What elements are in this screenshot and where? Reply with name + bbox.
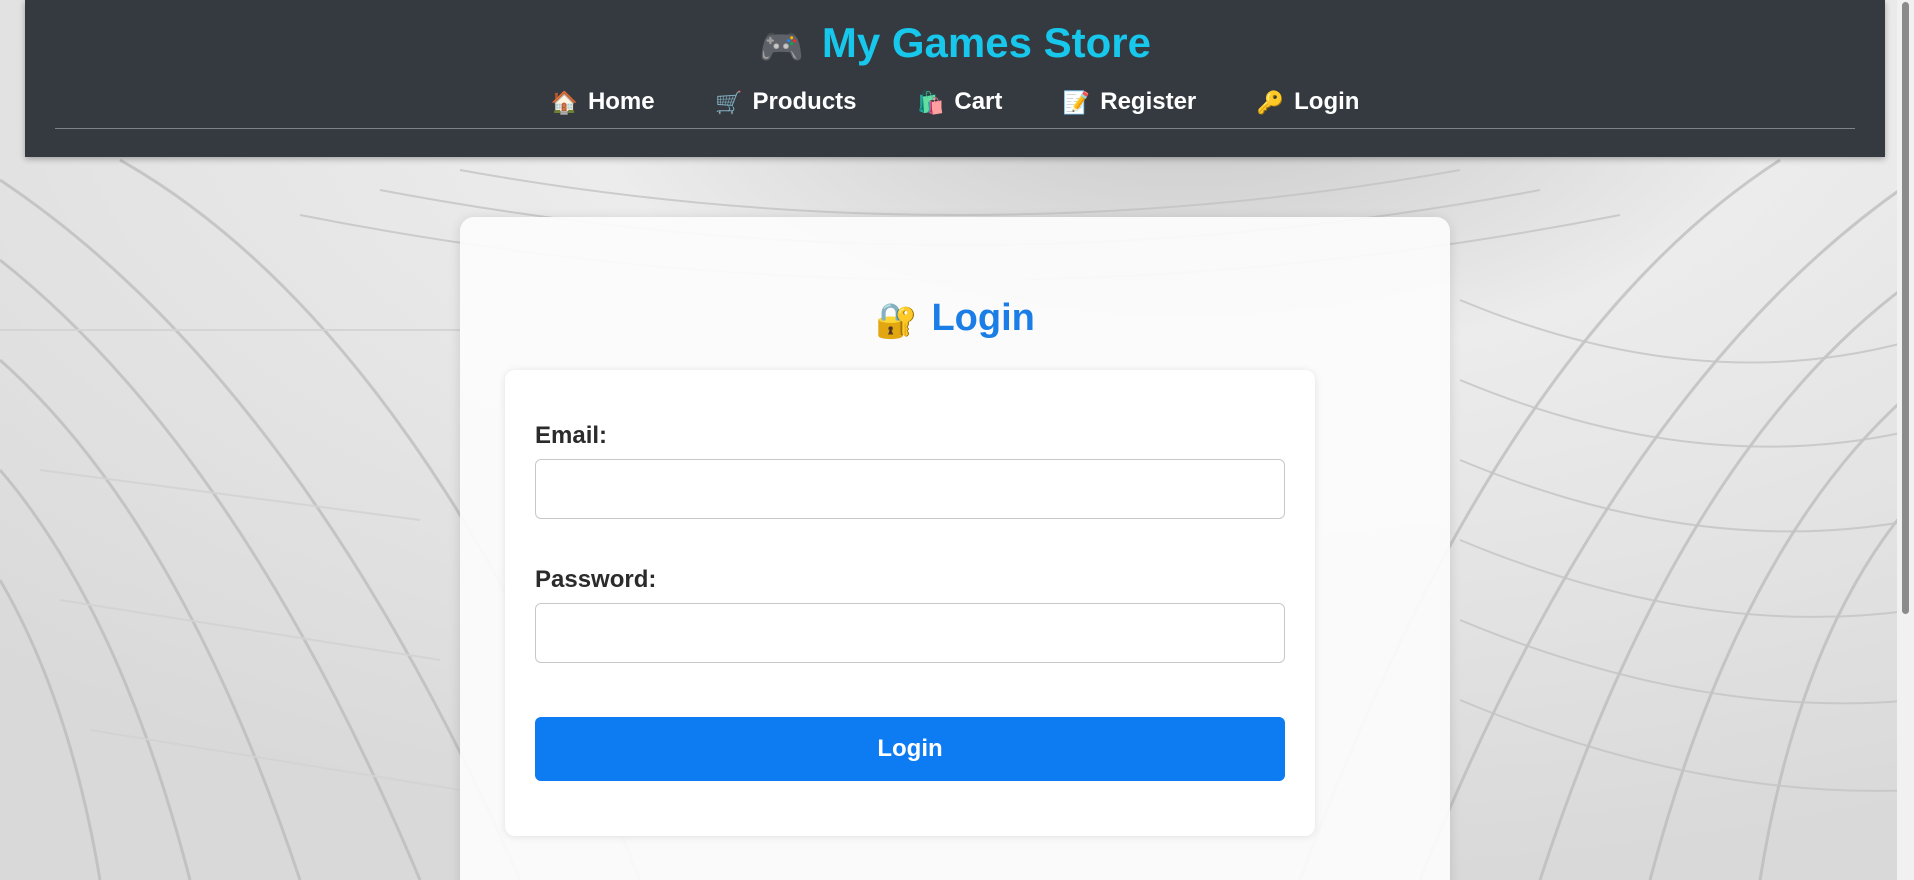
nav-item-label: Home (587, 88, 655, 115)
brand-title: My Games Store (821, 19, 1151, 66)
password-field[interactable] (535, 603, 1285, 663)
login-form: Email: Password: Login (505, 370, 1315, 836)
page-title: 🔐 Login (460, 295, 1450, 344)
game-controller-icon: 🎮 (759, 26, 804, 67)
email-field[interactable] (535, 459, 1285, 519)
nav-divider (55, 128, 1855, 129)
memo-icon: 📝 (1062, 90, 1091, 115)
brand[interactable]: 🎮 My Games Store (25, 18, 1885, 72)
nav-item-label: Login (1294, 88, 1360, 115)
nav-item-cart[interactable]: 🛍️ Cart (917, 84, 1002, 121)
main-nav: 🏠 Home 🛒 Products 🛍️ Cart 📝 Register 🔑 Login (25, 84, 1885, 121)
nav-item-login[interactable]: 🔑 Login (1257, 84, 1360, 121)
nav-item-label: Register (1100, 88, 1197, 115)
cart-icon: 🛒 (715, 90, 743, 115)
site-header: 🎮 My Games Store 🏠 Home 🛒 Products 🛍️ Cart 📝… (25, 0, 1885, 157)
house-icon: 🏠 (550, 90, 578, 115)
page-title-text: Login (931, 297, 1035, 339)
nav-item-register[interactable]: 📝 Register (1063, 84, 1196, 121)
key-icon: 🔑 (1256, 90, 1285, 115)
lock-with-key-icon: 🔐 (875, 302, 918, 340)
nav-item-home[interactable]: 🏠 Home (551, 84, 655, 121)
nav-item-label: Cart (954, 88, 1003, 115)
nav-item-products[interactable]: 🛒 Products (715, 84, 856, 121)
vertical-scrollbar[interactable] (1897, 0, 1914, 880)
password-label: Password: (535, 566, 657, 593)
email-label: Email: (535, 422, 608, 449)
login-button[interactable]: Login (535, 717, 1285, 781)
nav-item-label: Products (752, 88, 857, 115)
shopping-bags-icon: 🛍️ (916, 90, 945, 115)
scrollbar-thumb[interactable] (1902, 2, 1909, 614)
login-card: 🔐 Login Email: Password: Login (460, 217, 1450, 880)
